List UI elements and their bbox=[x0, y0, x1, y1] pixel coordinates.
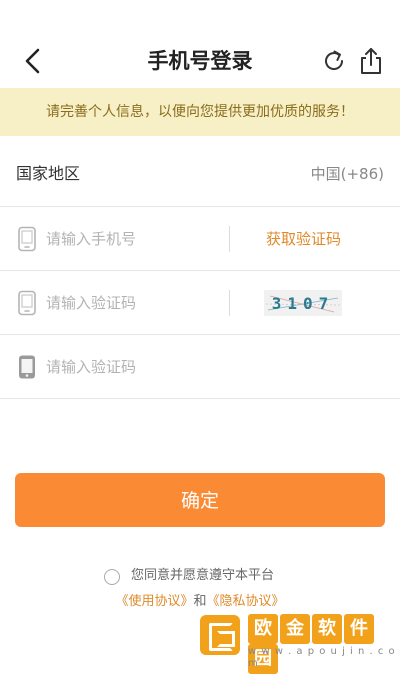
watermark-chars: 欧金软件园 bbox=[248, 614, 396, 674]
watermark-logo-icon bbox=[200, 615, 240, 655]
captcha-input[interactable] bbox=[46, 288, 216, 318]
region-label: 国家地区 bbox=[16, 164, 81, 183]
phone-outline-icon bbox=[18, 290, 36, 316]
watermark-char: 金 bbox=[280, 614, 310, 644]
site-watermark: 欧金软件园 w w w . a p o u j i n . c o m bbox=[200, 612, 396, 674]
mobile-phone-icon bbox=[19, 355, 35, 379]
info-notice-banner: 请完善个人信息，以便向您提供更加优质的服务！ bbox=[0, 88, 400, 136]
get-code-button[interactable]: 获取验证码 bbox=[266, 226, 341, 252]
share-icon bbox=[361, 48, 381, 74]
field-divider bbox=[229, 290, 230, 316]
header: 手机号登录 bbox=[0, 0, 400, 88]
terms-link[interactable]: 《使用协议》 bbox=[115, 594, 193, 609]
share-button[interactable] bbox=[356, 45, 386, 77]
region-value[interactable]: 中国(+86) bbox=[311, 162, 384, 186]
refresh-icon bbox=[325, 50, 344, 70]
confirm-button[interactable]: 确定 bbox=[15, 473, 385, 527]
field-divider bbox=[229, 226, 230, 252]
code-input[interactable] bbox=[46, 352, 366, 382]
refresh-button[interactable] bbox=[320, 47, 348, 75]
region-row[interactable]: 国家地区 中国(+86) bbox=[0, 144, 400, 207]
agree-text: 您同意并愿意遵守本平台 bbox=[131, 568, 275, 583]
watermark-url: w w w . a p o u j i n . c o m bbox=[248, 646, 396, 669]
captcha-text: 3107 bbox=[272, 294, 335, 313]
captcha-image[interactable]: 3107 bbox=[264, 290, 342, 316]
agreement-and: 和 bbox=[193, 594, 207, 609]
agreement-links: 《使用协议》和《隐私协议》 bbox=[0, 592, 400, 612]
phone-outline-icon bbox=[18, 226, 36, 252]
watermark-char: 欧 bbox=[248, 614, 278, 644]
phone-input[interactable] bbox=[46, 224, 216, 254]
watermark-char: 件 bbox=[344, 614, 374, 644]
captcha-row: 3107 bbox=[0, 272, 400, 335]
agree-radio[interactable] bbox=[104, 569, 120, 585]
code-row bbox=[0, 336, 400, 399]
watermark-char: 软 bbox=[312, 614, 342, 644]
phone-row: 获取验证码 bbox=[0, 208, 400, 271]
privacy-link[interactable]: 《隐私协议》 bbox=[207, 594, 285, 609]
